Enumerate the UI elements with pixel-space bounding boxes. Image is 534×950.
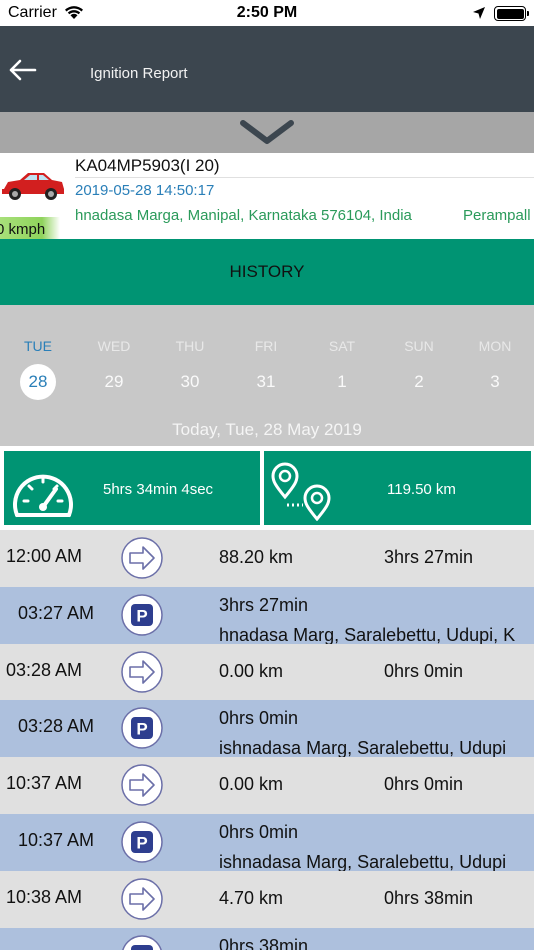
stop-row[interactable]: P 0hrs 38min bbox=[0, 927, 534, 950]
row-duration: 0hrs 0min bbox=[219, 822, 299, 842]
arrow-right-circle-icon bbox=[120, 536, 164, 580]
page-title: Ignition Report bbox=[90, 65, 188, 82]
row-time: 10:38 AM bbox=[6, 886, 83, 907]
vehicle-address: hnadasa Marga, Manipal, Karnataka 576104… bbox=[75, 207, 412, 224]
arrow-right-circle-icon bbox=[120, 650, 164, 694]
calendar-date[interactable]: 31 bbox=[248, 364, 284, 400]
speedometer-icon bbox=[12, 465, 74, 524]
status-bar: Carrier 2:50 PM bbox=[0, 0, 534, 26]
row-time: 03:28 AM bbox=[6, 659, 83, 680]
calendar-date[interactable]: 28 bbox=[20, 364, 56, 400]
parking-icon: P bbox=[120, 706, 164, 750]
calendar-day-name: WED bbox=[97, 338, 131, 354]
history-button[interactable]: HISTORY bbox=[0, 239, 534, 305]
calendar-date[interactable]: 29 bbox=[96, 364, 132, 400]
trip-row[interactable]: 10:37 AM 0.00 km 0hrs 0min bbox=[0, 757, 534, 815]
arrow-left-icon[interactable] bbox=[8, 59, 38, 81]
vehicle-last-update: 2019-05-28 14:50:17 bbox=[75, 182, 215, 199]
row-duration: 0hrs 38min bbox=[219, 935, 309, 950]
parking-icon: P bbox=[120, 593, 164, 637]
history-list[interactable]: 12:00 AM 88.20 km 3hrs 27min 03:27 AM P 3hrs … bbox=[0, 530, 534, 950]
calendar-day-name: MON bbox=[478, 338, 512, 354]
distance-card: 119.50 km bbox=[264, 451, 531, 525]
speed-value: 0 kmph bbox=[0, 221, 46, 238]
svg-text:P: P bbox=[136, 606, 147, 625]
battery-icon bbox=[494, 6, 529, 21]
calendar-date[interactable]: 2 bbox=[401, 364, 437, 400]
stop-row[interactable]: 03:27 AM P 3hrs 27min hnadasa Marg, Saraleb… bbox=[0, 586, 534, 644]
row-duration: 0hrs 0min bbox=[384, 660, 464, 681]
route-pins-icon bbox=[268, 461, 334, 526]
calendar-date[interactable]: 30 bbox=[172, 364, 208, 400]
trip-row[interactable]: 10:38 AM 4.70 km 0hrs 38min bbox=[0, 870, 534, 928]
vehicle-plate: KA04MP5903(I 20) bbox=[75, 156, 220, 175]
calendar-day-name: FRI bbox=[254, 338, 278, 354]
duration-card: 5hrs 34min 4sec bbox=[4, 451, 260, 525]
svg-text:P: P bbox=[136, 834, 147, 853]
summary-bar: 5hrs 34min 4sec 119.50 km bbox=[0, 446, 534, 530]
total-duration: 5hrs 34min 4sec bbox=[103, 481, 214, 498]
row-time: 03:28 AM bbox=[18, 716, 95, 737]
vehicle-info-card[interactable]: KA04MP5903(I 20) 2019-05-28 14:50:17 hna… bbox=[0, 153, 534, 239]
collapse-toggle[interactable] bbox=[0, 112, 534, 153]
row-distance: 0.00 km bbox=[219, 660, 284, 681]
parking-icon: P bbox=[120, 820, 164, 864]
row-distance: 0.00 km bbox=[219, 774, 284, 795]
chevron-down-icon[interactable] bbox=[238, 118, 296, 153]
total-distance: 119.50 km bbox=[387, 481, 456, 498]
clock: 2:50 PM bbox=[236, 4, 298, 21]
car-icon bbox=[0, 169, 66, 208]
calendar-day-name: THU bbox=[175, 338, 205, 354]
calendar-day-name: TUE bbox=[24, 338, 52, 354]
trip-row[interactable]: 03:28 AM 0.00 km 0hrs 0min bbox=[0, 643, 534, 701]
svg-text:P: P bbox=[136, 720, 147, 739]
stop-row[interactable]: 03:28 AM P 0hrs 0min ishnadasa Marg, Sarale… bbox=[0, 700, 534, 758]
row-address: ishnadasa Marg, Saralebettu, Udupi bbox=[219, 738, 507, 758]
location-arrow-icon bbox=[472, 6, 486, 25]
trip-row[interactable]: 12:00 AM 88.20 km 3hrs 27min bbox=[0, 530, 534, 587]
row-time: 03:27 AM bbox=[18, 602, 95, 623]
row-duration: 0hrs 0min bbox=[219, 708, 299, 729]
calendar-date[interactable]: 1 bbox=[324, 364, 360, 400]
arrow-right-circle-icon bbox=[120, 763, 164, 807]
calendar-day-name: SUN bbox=[404, 338, 434, 354]
row-time: 10:37 AM bbox=[18, 830, 95, 850]
row-duration: 0hrs 38min bbox=[384, 887, 474, 908]
arrow-right-circle-icon bbox=[120, 877, 164, 921]
vehicle-address-next: Perampall bbox=[463, 207, 531, 224]
app-header: Ignition Report bbox=[0, 26, 534, 112]
row-distance: 4.70 km bbox=[219, 887, 284, 908]
stop-row[interactable]: 10:37 AM P 0hrs 0min ishnadasa Marg, Sarale… bbox=[0, 814, 534, 871]
calendar-day-name: SAT bbox=[328, 338, 356, 354]
speed-badge: 0 kmph bbox=[0, 217, 60, 239]
row-distance: 88.20 km bbox=[219, 547, 294, 567]
week-calendar: Today, Tue, 28 May 2019 TUE 28 WED 29 THU 30 F… bbox=[0, 305, 534, 446]
row-time: 10:37 AM bbox=[6, 773, 83, 794]
row-duration: 3hrs 27min bbox=[384, 547, 474, 567]
divider bbox=[75, 177, 534, 178]
selected-date-label: Today, Tue, 28 May 2019 bbox=[172, 420, 362, 439]
row-duration: 3hrs 27min bbox=[219, 594, 309, 615]
calendar-date[interactable]: 3 bbox=[477, 364, 513, 400]
row-address: hnadasa Marg, Saralebettu, Udupi, K bbox=[219, 624, 516, 644]
row-duration: 0hrs 0min bbox=[384, 774, 464, 795]
parking-icon: P bbox=[120, 934, 164, 950]
row-time: 12:00 AM bbox=[6, 546, 83, 566]
row-address: ishnadasa Marg, Saralebettu, Udupi bbox=[219, 852, 507, 871]
